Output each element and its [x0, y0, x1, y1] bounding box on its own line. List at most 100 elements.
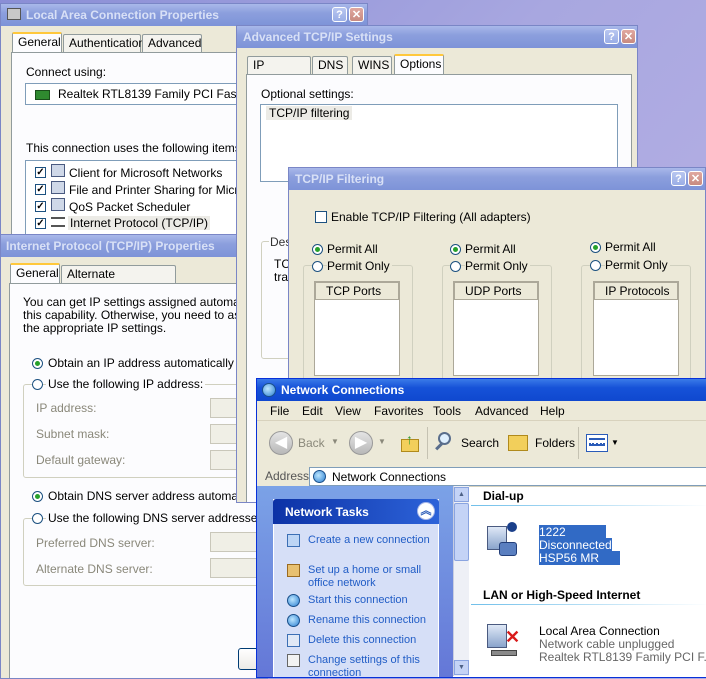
lac-title-bar[interactable]: Local Area Connection Properties: [1, 4, 367, 26]
item-tcpip[interactable]: Internet Protocol (TCP/IP): [68, 216, 211, 230]
tab-ip-settings[interactable]: IP Settings: [247, 56, 311, 89]
task-home-network[interactable]: Set up a home or small office network: [308, 564, 433, 590]
up-folder-icon[interactable]: ↑: [399, 431, 421, 453]
new-connection-icon: [287, 534, 300, 547]
tcp-permit-only-label[interactable]: Permit Only: [327, 259, 392, 273]
udp-permit-all-radio[interactable]: [450, 244, 461, 255]
scroll-up-arrow[interactable]: ▲: [454, 487, 469, 502]
folders-button-label[interactable]: Folders: [535, 436, 575, 450]
task-delete-connection[interactable]: Delete this connection: [308, 634, 433, 647]
ip-permit-only-label[interactable]: Permit Only: [605, 258, 670, 272]
menu-tools[interactable]: Tools: [433, 404, 461, 418]
tab-dns[interactable]: DNS: [312, 56, 348, 74]
obtain-dns-label[interactable]: Obtain DNS server address automaticall: [48, 489, 262, 503]
task-create-connection[interactable]: Create a new connection: [308, 534, 433, 547]
tab-wins[interactable]: WINS: [352, 56, 392, 74]
tcp-permit-all-label[interactable]: Permit All: [327, 242, 378, 256]
item-checkbox-client[interactable]: ✓: [35, 167, 46, 178]
menu-view[interactable]: View: [335, 404, 361, 418]
tcp-permit-all-radio[interactable]: [312, 244, 323, 255]
close-button[interactable]: ✕: [621, 29, 636, 44]
tab-options[interactable]: Options: [394, 54, 444, 74]
udp-permit-only-label[interactable]: Permit Only: [465, 259, 530, 273]
connect-using-label: Connect using:: [26, 65, 107, 79]
menu-help[interactable]: Help: [540, 404, 565, 418]
task-change-settings[interactable]: Change settings of this connection: [308, 654, 433, 677]
tcp-ports-header[interactable]: TCP Ports: [315, 282, 399, 300]
collapse-icon[interactable]: ︽: [417, 502, 435, 520]
lan-connection-icon[interactable]: ✕: [485, 620, 521, 660]
views-icon[interactable]: [586, 434, 608, 452]
use-ip-radio[interactable]: [32, 379, 43, 390]
back-button-label[interactable]: Back: [298, 436, 325, 450]
search-button-label[interactable]: Search: [461, 436, 499, 450]
use-dns-label[interactable]: Use the following DNS server addresses:: [46, 511, 267, 525]
tab-general[interactable]: General: [10, 263, 60, 283]
group-dialup: Dial-up: [483, 489, 524, 503]
udp-permit-only-radio[interactable]: [450, 261, 461, 272]
lan-name[interactable]: Local Area Connection: [539, 624, 660, 638]
description-line-1: You can get IP settings assigned automat…: [23, 295, 264, 309]
obtain-ip-radio[interactable]: [32, 358, 43, 369]
enable-filtering-label[interactable]: Enable TCP/IP Filtering (All adapters): [331, 210, 531, 224]
forward-icon[interactable]: ▶: [349, 431, 373, 455]
back-dropdown-icon[interactable]: ▼: [331, 437, 339, 446]
scroll-down-arrow[interactable]: ▼: [454, 660, 469, 675]
nc-title-bar[interactable]: Network Connections: [257, 379, 706, 401]
menu-advanced[interactable]: Advanced: [475, 404, 528, 418]
computer-icon: [51, 181, 65, 194]
tcpip-filtering-window: TCP/IP Filtering ? ✕ Enable TCP/IP Filte…: [288, 167, 706, 387]
item-file-sharing[interactable]: File and Printer Sharing for Microsof: [69, 183, 261, 197]
task-rename-connection[interactable]: Rename this connection: [308, 614, 433, 627]
views-dropdown-icon[interactable]: ▼: [611, 438, 619, 447]
dialup-connection-icon[interactable]: [485, 522, 521, 562]
address-field[interactable]: Network Connections: [309, 467, 706, 486]
enable-filtering-checkbox[interactable]: [315, 211, 327, 223]
help-button[interactable]: ?: [671, 171, 686, 186]
help-button[interactable]: ?: [332, 7, 347, 22]
task-start-connection[interactable]: Start this connection: [308, 594, 433, 607]
ip-protocols-header[interactable]: IP Protocols: [594, 282, 678, 300]
search-icon[interactable]: [435, 432, 455, 452]
close-button[interactable]: ✕: [349, 7, 364, 22]
tab-advanced[interactable]: Advanced: [142, 34, 202, 52]
tcpip-title-bar[interactable]: Internet Protocol (TCP/IP) Properties: [1, 235, 267, 257]
item-checkbox-qos[interactable]: ✓: [35, 201, 46, 212]
use-dns-radio[interactable]: [32, 513, 43, 524]
back-icon[interactable]: ◀: [269, 431, 293, 455]
udp-permit-all-label[interactable]: Permit All: [465, 242, 516, 256]
dialup-name[interactable]: 1222: [539, 525, 606, 539]
folders-icon[interactable]: [508, 435, 528, 451]
scroll-thumb[interactable]: [454, 503, 469, 561]
item-qos[interactable]: QoS Packet Scheduler: [69, 200, 190, 214]
obtain-ip-label[interactable]: Obtain an IP address automatically: [48, 356, 234, 370]
ip-permit-all-radio[interactable]: [590, 242, 601, 253]
item-checkbox-tcpip[interactable]: ✓: [35, 218, 46, 229]
help-button[interactable]: ?: [604, 29, 619, 44]
dialup-device: HSP56 MR: [539, 551, 621, 565]
tab-authentication[interactable]: Authentication: [63, 34, 145, 52]
option-tcpip-filtering[interactable]: TCP/IP filtering: [266, 106, 353, 120]
menu-edit[interactable]: Edit: [302, 404, 323, 418]
tcp-permit-only-radio[interactable]: [312, 261, 323, 272]
tab-alternate-configuration[interactable]: Alternate Configuration: [61, 265, 176, 298]
udp-ports-header[interactable]: UDP Ports: [454, 282, 538, 300]
item-checkbox-file-sharing[interactable]: ✓: [35, 184, 46, 195]
address-label: Address: [265, 469, 310, 483]
adv-title-bar[interactable]: Advanced TCP/IP Settings: [237, 26, 637, 48]
forward-dropdown-icon[interactable]: ▼: [378, 437, 386, 446]
item-client[interactable]: Client for Microsoft Networks: [69, 166, 222, 180]
ip-permit-all-label[interactable]: Permit All: [605, 240, 656, 254]
lan-status: Network cable unplugged: [539, 637, 675, 651]
obtain-dns-radio[interactable]: [32, 491, 43, 502]
tab-general[interactable]: General: [12, 32, 62, 52]
menu-favorites[interactable]: Favorites: [374, 404, 423, 418]
ip-permit-only-radio[interactable]: [590, 260, 601, 271]
close-button[interactable]: ✕: [688, 171, 703, 186]
adv-title: Advanced TCP/IP Settings: [243, 30, 393, 44]
menu-file[interactable]: File: [270, 404, 289, 418]
filtering-title-bar[interactable]: TCP/IP Filtering: [289, 168, 705, 190]
use-ip-label[interactable]: Use the following IP address:: [46, 377, 206, 391]
dialup-status: Disconnected: [539, 538, 612, 552]
rename-icon: [287, 614, 300, 627]
